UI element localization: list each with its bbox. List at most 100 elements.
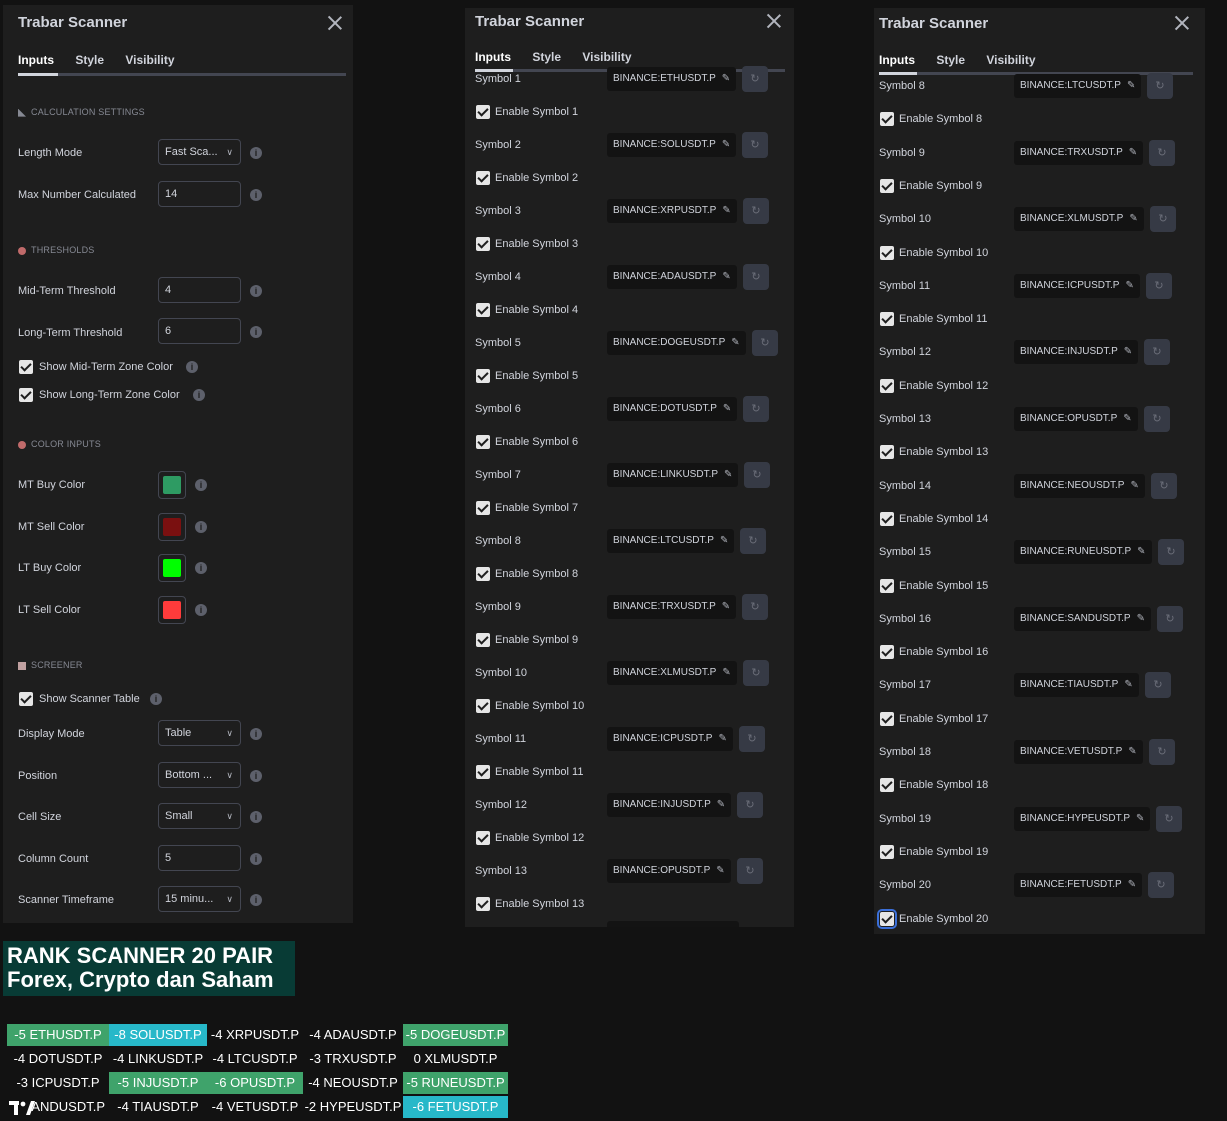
pencil-icon[interactable]: ✎ [724,469,732,480]
pencil-icon[interactable]: ✎ [1128,879,1136,890]
enable-symbol-checkbox[interactable] [880,578,894,593]
enable-symbol-checkbox[interactable] [880,178,894,193]
pencil-icon[interactable]: ✎ [722,601,730,612]
show-long-checkbox[interactable] [19,388,33,402]
info-icon[interactable]: i [195,479,207,491]
pencil-icon[interactable]: ✎ [1124,346,1132,357]
pencil-icon[interactable]: ✎ [723,403,731,414]
symbol-input[interactable]: BINANCE:XLMUSDT.P ✎ [607,661,737,685]
symbol-input[interactable]: BINANCE:DOTUSDT.P ✎ [607,397,738,421]
pencil-icon[interactable]: ✎ [1129,213,1137,224]
tab-style[interactable]: Style [532,50,561,64]
enable-symbol-checkbox[interactable] [880,312,894,327]
info-icon[interactable]: i [186,361,198,373]
show-mid-checkbox[interactable] [19,360,33,374]
enable-symbol-checkbox[interactable] [880,844,894,859]
symbol-input[interactable]: BINANCE:FETUSDT.P ✎ [1014,873,1143,898]
reset-icon[interactable]: ↻ [1151,472,1177,499]
enable-symbol-checkbox[interactable] [476,105,490,119]
pencil-icon[interactable]: ✎ [1137,546,1145,557]
reset-icon[interactable]: ↻ [744,462,770,488]
symbol-input[interactable]: BINANCE:OPUSDT.P ✎ [607,859,731,883]
enable-symbol-checkbox[interactable] [476,171,490,185]
enable-symbol-checkbox[interactable] [880,778,894,793]
lt-sell-color-swatch[interactable] [158,596,186,624]
reset-icon[interactable]: ↻ [737,858,763,884]
symbol-input[interactable]: BINANCE:TRXUSDT.P ✎ [607,595,737,619]
reset-icon[interactable]: ↻ [752,330,778,356]
symbol-input[interactable]: BINANCE:NEOUSDT.P ✎ [1014,473,1145,498]
symbol-input[interactable]: BINANCE:ETHUSDT.P ✎ [607,67,737,91]
reset-icon[interactable]: ↻ [1148,872,1174,899]
pencil-icon[interactable]: ✎ [722,667,730,678]
reset-icon[interactable]: ↻ [743,660,769,686]
info-icon[interactable]: i [250,770,262,782]
pencil-icon[interactable]: ✎ [1125,280,1133,291]
info-icon[interactable]: i [250,728,262,740]
symbol-input[interactable] [607,921,739,927]
tab-style[interactable]: Style [936,53,965,67]
lt-buy-color-swatch[interactable] [158,554,186,582]
symbol-input[interactable]: BINANCE:HYPEUSDT.P ✎ [1014,806,1151,831]
pencil-icon[interactable]: ✎ [722,271,730,282]
symbol-input[interactable]: BINANCE:VETUSDT.P ✎ [1014,740,1143,764]
reset-icon[interactable]: ↻ [740,528,766,554]
symbol-input[interactable]: BINANCE:SANDUSDT.P ✎ [1014,606,1151,631]
symbol-input[interactable]: BINANCE:LTCUSDT.P ✎ [607,529,735,553]
pencil-icon[interactable]: ✎ [722,139,730,150]
enable-symbol-checkbox[interactable] [880,378,894,393]
max-number-input[interactable]: 14 [158,181,241,207]
info-icon[interactable]: i [250,285,262,297]
close-icon[interactable] [327,15,343,31]
pencil-icon[interactable]: ✎ [717,799,725,810]
info-icon[interactable]: i [250,853,262,865]
enable-symbol-checkbox[interactable] [880,511,894,526]
reset-icon[interactable]: ↻ [743,264,769,290]
pencil-icon[interactable]: ✎ [722,73,730,84]
timeframe-select[interactable]: 15 minu... ∨ [158,886,241,912]
close-icon[interactable] [766,13,782,29]
symbol-input[interactable]: BINANCE:SOLUSDT.P ✎ [607,133,737,157]
pencil-icon[interactable]: ✎ [1124,679,1132,690]
symbol-input[interactable]: BINANCE:TRXUSDT.P ✎ [1014,140,1144,165]
reset-icon[interactable]: ↻ [742,594,768,620]
reset-icon[interactable]: ↻ [743,198,769,224]
enable-symbol-checkbox[interactable] [880,645,894,660]
pencil-icon[interactable]: ✎ [722,205,730,216]
enable-symbol-checkbox[interactable] [476,633,490,647]
pencil-icon[interactable]: ✎ [1128,746,1136,757]
tab-style[interactable]: Style [75,53,104,67]
info-icon[interactable]: i [195,604,207,616]
symbol-input[interactable]: BINANCE:DOGEUSDT.P ✎ [607,331,746,355]
symbol-input[interactable]: BINANCE:XRPUSDT.P ✎ [607,199,737,223]
enable-symbol-checkbox[interactable] [476,369,490,383]
pencil-icon[interactable]: ✎ [1130,480,1138,491]
enable-symbol-checkbox[interactable] [476,765,490,779]
pencil-icon[interactable]: ✎ [1127,80,1135,91]
long-threshold-input[interactable]: 6 [158,318,241,344]
symbol-input[interactable]: BINANCE:RUNEUSDT.P ✎ [1014,540,1152,565]
reset-icon[interactable]: ↻ [1144,339,1170,366]
tab-visibility[interactable]: Visibility [986,53,1035,67]
tab-inputs[interactable]: Inputs [18,53,54,67]
enable-symbol-checkbox[interactable] [880,445,894,460]
enable-symbol-checkbox[interactable] [476,897,490,911]
enable-symbol-checkbox[interactable] [476,699,490,713]
show-table-checkbox[interactable] [19,692,33,706]
info-icon[interactable]: i [250,189,262,201]
symbol-input[interactable]: BINANCE:ICPUSDT.P ✎ [1014,273,1140,298]
pencil-icon[interactable]: ✎ [1129,147,1137,158]
tab-visibility[interactable]: Visibility [582,50,631,64]
pencil-icon[interactable]: ✎ [731,337,739,348]
symbol-input[interactable]: BINANCE:LINKUSDT.P ✎ [607,463,739,487]
enable-symbol-checkbox[interactable] [880,112,894,127]
reset-icon[interactable]: ↻ [1147,73,1173,99]
reset-icon[interactable]: ↻ [1158,539,1184,566]
pencil-icon[interactable]: ✎ [1136,813,1144,824]
info-icon[interactable]: i [250,147,262,159]
column-count-input[interactable]: 5 [158,845,241,871]
reset-icon[interactable]: ↻ [1156,805,1182,832]
info-icon[interactable]: i [250,326,262,338]
close-icon[interactable] [1174,15,1190,31]
pencil-icon[interactable]: ✎ [716,865,724,876]
